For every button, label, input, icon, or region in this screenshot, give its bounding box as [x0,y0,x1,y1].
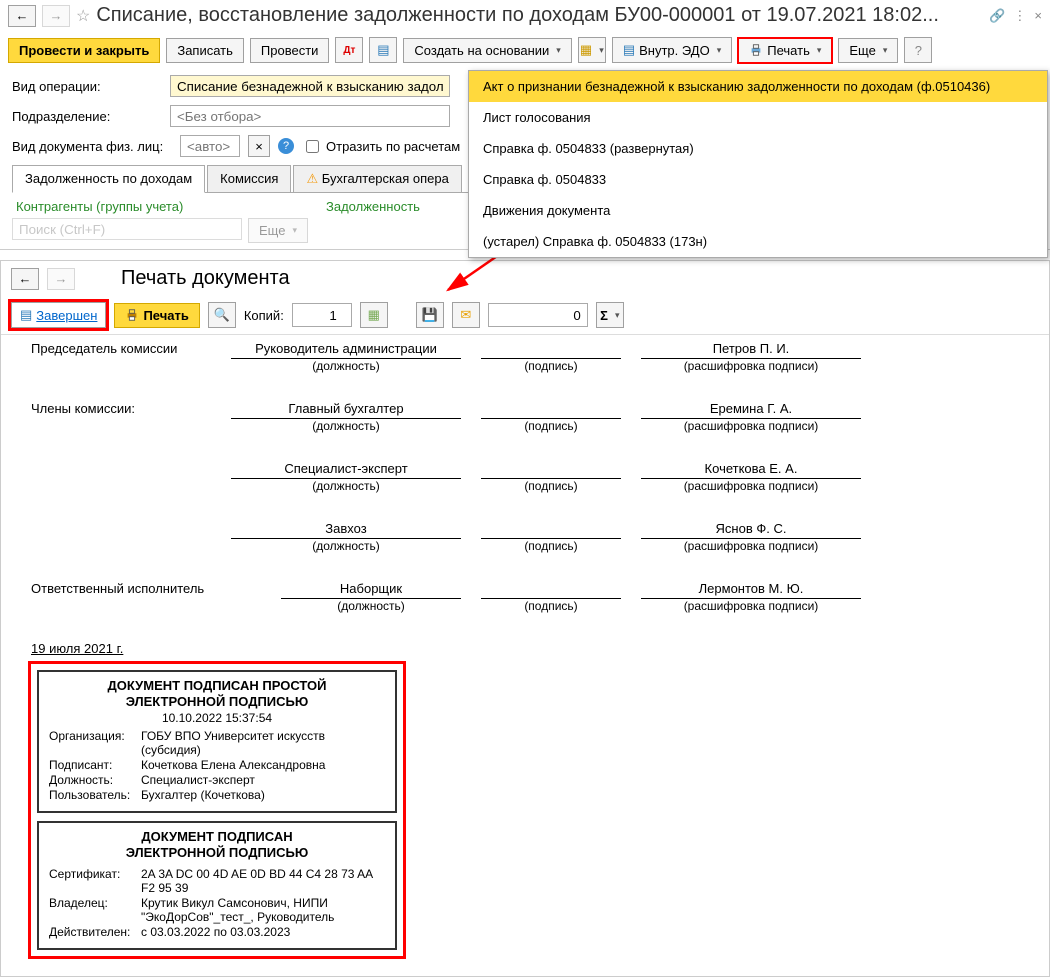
forward-button[interactable]: → [42,5,70,27]
create-based-button[interactable]: Создать на основании [403,38,571,63]
magnifier-icon: 🔍 [214,307,230,323]
floppy-icon: 💾 [422,307,438,323]
save-file-button[interactable]: 💾 [416,302,444,328]
members-label: Члены комиссии: [31,401,231,433]
document-icon: ▤ [20,307,32,323]
attachments-button[interactable]: ▤ [369,37,397,63]
op-type-label: Вид операции: [12,79,162,94]
misc-dropdown[interactable]: ▦ [578,37,606,63]
tab-accounting[interactable]: ⚠ Бухгалтерская опера [293,165,461,192]
print-menu-item[interactable]: Справка ф. 0504833 [469,164,1047,195]
contractors-header: Контрагенты (группы учета) [16,199,326,214]
favorite-icon[interactable]: ☆ [76,6,90,26]
name-value: Лермонтов М. Ю. [641,581,861,599]
print-button-2[interactable]: Печать [114,303,199,328]
doc-type-input[interactable] [180,135,240,157]
name-value: Яснов Ф. С. [641,521,861,539]
link-icon[interactable]: 🔗 [989,8,1005,24]
more-button-2[interactable]: Еще [248,218,308,243]
edo-button[interactable]: ▤ Внутр. ЭДО [612,37,732,63]
post-button[interactable]: Провести [250,38,330,63]
print-menu-item[interactable]: (устарел) Справка ф. 0504833 (173н) [469,226,1047,257]
op-type-input[interactable] [170,75,450,97]
signature-line [481,341,621,359]
debt-header: Задолженность [326,199,420,214]
position-value: Специалист-эксперт [231,461,461,479]
print-menu-item[interactable]: Движения документа [469,195,1047,226]
print-menu-item[interactable]: Акт о признании безнадежной к взысканию … [469,71,1047,102]
back-button-2[interactable]: ← [11,268,39,290]
signature-stamps: ДОКУМЕНТ ПОДПИСАН ПРОСТОЙ ЭЛЕКТРОННОЙ ПО… [31,664,403,956]
clear-button[interactable]: × [248,135,270,157]
name-value: Кочеткова Е. А. [641,461,861,479]
more-icon[interactable]: ⋮ [1013,8,1026,24]
search-input[interactable] [12,218,242,240]
tab-commission[interactable]: Комиссия [207,165,291,192]
preview-button[interactable]: 🔍 [208,302,236,328]
back-button[interactable]: ← [8,5,36,27]
reflect-checkbox-label[interactable]: Отразить по расчетам [302,137,460,156]
chairman-label: Председатель комиссии [31,341,231,373]
print-button[interactable]: Печать [738,38,832,63]
warning-icon: ⚠ [306,171,318,186]
close-icon[interactable]: × [1034,8,1042,23]
name-caption: (расшифровка подписи) [641,359,861,373]
post-and-close-button[interactable]: Провести и закрыть [8,38,160,63]
print-window-title: Печать документа [121,267,290,290]
printer-icon [125,308,139,322]
printer-icon [749,43,763,57]
doc-type-label: Вид документа физ. лиц: [12,139,172,154]
save-button[interactable]: Записать [166,38,244,63]
copies-input[interactable] [292,303,352,327]
tab-debt[interactable]: Задолженность по доходам [12,165,205,193]
help-button[interactable]: ? [904,37,932,63]
name-value: Еремина Г. А. [641,401,861,419]
settings-button[interactable]: ▦ [360,302,388,328]
copies-label: Копий: [244,308,284,323]
reflect-checkbox[interactable] [306,140,319,153]
signature-caption: (подпись) [481,359,621,373]
dtkt-button[interactable]: Дт [335,37,363,63]
position-value: Наборщик [281,581,461,599]
dept-input[interactable] [170,105,450,127]
envelope-icon: ✉ [460,307,471,323]
print-menu-item[interactable]: Справка ф. 0504833 (развернутая) [469,133,1047,164]
position-value: Главный бухгалтер [231,401,461,419]
grid-icon: ▦ [368,307,380,323]
window-title: Списание, восстановление задолженности п… [96,4,983,27]
sum-button[interactable]: Σ [596,302,624,328]
simple-signature-stamp: ДОКУМЕНТ ПОДПИСАН ПРОСТОЙ ЭЛЕКТРОННОЙ ПО… [37,670,397,813]
print-menu-item[interactable]: Лист голосования [469,102,1047,133]
dept-label: Подразделение: [12,109,162,124]
document-date: 19 июля 2021 г. [31,641,1029,656]
help-icon[interactable]: ? [278,138,294,154]
print-menu: Акт о признании безнадежной к взысканию … [468,70,1048,258]
name-value: Петров П. И. [641,341,861,359]
position-value: Руководитель администрации [231,341,461,359]
responsible-label: Ответственный исполнитель [31,581,231,613]
digital-signature-stamp: ДОКУМЕНТ ПОДПИСАН ЭЛЕКТРОННОЙ ПОДПИСЬЮ С… [37,821,397,950]
email-button[interactable]: ✉ [452,302,480,328]
complete-button[interactable]: ▤ Завершен [11,302,106,328]
position-caption: (должность) [231,359,461,373]
more-button[interactable]: Еще [838,38,898,63]
number-input[interactable] [488,303,588,327]
position-value: Завхоз [231,521,461,539]
forward-button-2[interactable]: → [47,268,75,290]
